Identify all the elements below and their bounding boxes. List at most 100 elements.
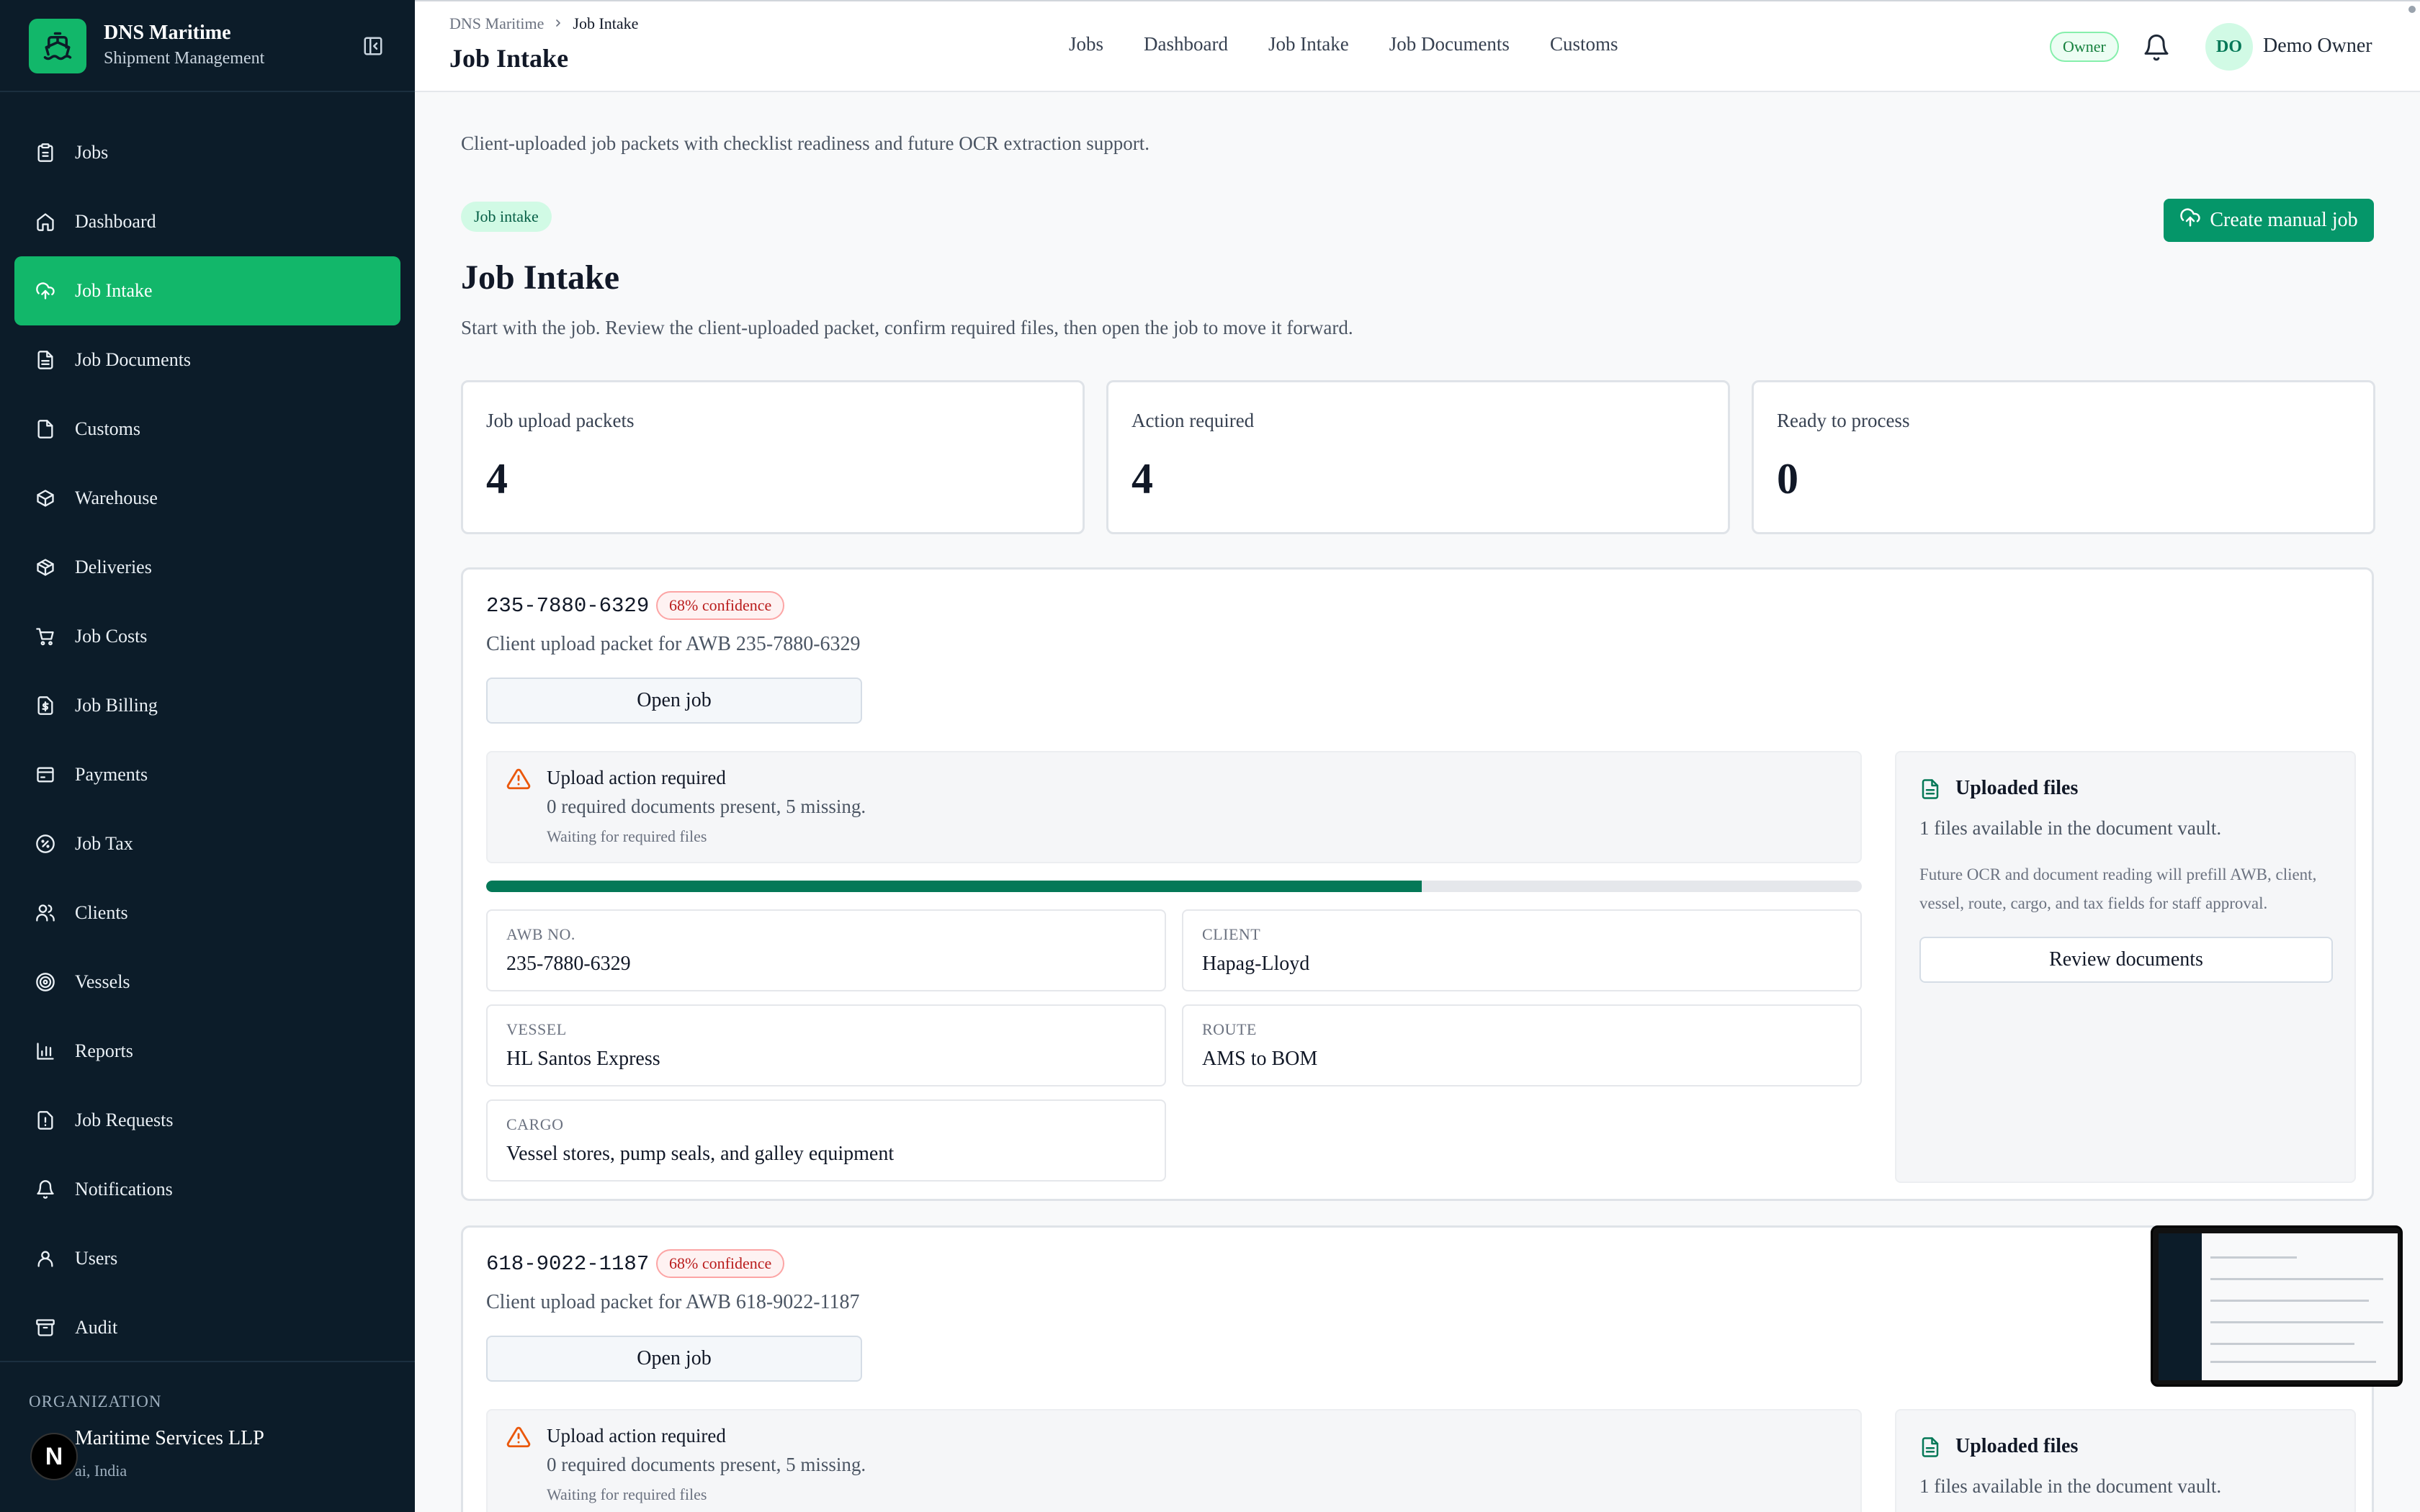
- top-nav-job-documents[interactable]: Job Documents: [1389, 33, 1510, 55]
- top-nav-dashboard[interactable]: Dashboard: [1144, 33, 1228, 55]
- stat-card-upload-packets: Job upload packets 4: [461, 380, 1085, 534]
- top-nav: Jobs Dashboard Job Intake Job Documents …: [1069, 33, 1618, 55]
- create-manual-job-button[interactable]: Create manual job: [2164, 199, 2374, 242]
- package-icon: [35, 487, 56, 509]
- field-label: ROUTE: [1202, 1020, 1257, 1038]
- sidebar-item-job-tax[interactable]: Job Tax: [14, 809, 400, 878]
- users-icon: [35, 902, 56, 924]
- user-name[interactable]: Demo Owner: [2263, 35, 2372, 58]
- field-label: CLIENT: [1202, 925, 1261, 943]
- sidebar-item-vessels[interactable]: Vessels: [14, 948, 400, 1017]
- sidebar-item-label: Vessels: [75, 971, 130, 992]
- bar-chart-icon: [35, 1040, 56, 1062]
- stat-value: 4: [1131, 455, 1153, 503]
- alert-status: Waiting for required files: [547, 1485, 707, 1503]
- sidebar-item-reports[interactable]: Reports: [14, 1017, 400, 1086]
- files-note: Future OCR and document reading will pre…: [1919, 865, 2317, 912]
- sidebar-item-job-documents[interactable]: Job Documents: [14, 325, 400, 395]
- sidebar-item-notifications[interactable]: Notifications: [14, 1155, 400, 1224]
- field-route: ROUTE AMS to BOM: [1182, 1004, 1862, 1086]
- review-documents-button[interactable]: Review documents: [1919, 937, 2333, 983]
- packet-card: 235-7880-6329 68% confidence Client uplo…: [461, 567, 2374, 1201]
- warning-triangle-icon: [506, 1425, 531, 1449]
- sidebar-item-label: Warehouse: [75, 487, 158, 508]
- clipboard-icon: [35, 142, 56, 163]
- files-title: Uploaded files: [1955, 1435, 2079, 1457]
- window-indicator: [2408, 6, 2416, 13]
- packet-awb: 235-7880-6329: [486, 594, 650, 618]
- main-content: Client-uploaded job packets with checkli…: [415, 92, 2420, 1512]
- sidebar-divider: [0, 91, 415, 92]
- thumbnail-sidebar: [2159, 1233, 2202, 1380]
- sidebar-item-audit[interactable]: Audit: [14, 1293, 400, 1362]
- top-nav-job-intake[interactable]: Job Intake: [1268, 33, 1349, 55]
- home-icon: [35, 211, 56, 233]
- sidebar-divider: [0, 1361, 415, 1362]
- sidebar-item-deliveries[interactable]: Deliveries: [14, 533, 400, 602]
- thumbnail-line: [2210, 1361, 2376, 1363]
- top-nav-customs[interactable]: Customs: [1550, 33, 1618, 55]
- readiness-progress-bar: [486, 881, 1862, 892]
- sidebar-item-customs[interactable]: Customs: [14, 395, 400, 464]
- brand[interactable]: DNS Maritime Shipment Management: [29, 19, 386, 73]
- sidebar-item-dashboard[interactable]: Dashboard: [14, 187, 400, 256]
- field-vessel: VESSEL HL Santos Express: [486, 1004, 1166, 1086]
- breadcrumb-current: Job Intake: [573, 14, 639, 32]
- field-label: AWB NO.: [506, 925, 575, 943]
- thumbnail-main: [2202, 1233, 2398, 1380]
- field-value: 235-7880-6329: [506, 953, 631, 975]
- dev-tools-badge[interactable]: N: [30, 1433, 78, 1480]
- bell-icon: [35, 1179, 56, 1200]
- breadcrumb-root[interactable]: DNS Maritime: [449, 14, 544, 33]
- sidebar-item-label: Reports: [75, 1040, 133, 1061]
- open-job-button[interactable]: Open job: [486, 678, 862, 724]
- sidebar-item-clients[interactable]: Clients: [14, 878, 400, 948]
- sidebar-item-job-requests[interactable]: Job Requests: [14, 1086, 400, 1155]
- sidebar-item-label: Job Costs: [75, 626, 148, 647]
- collapse-sidebar-icon[interactable]: [360, 33, 386, 59]
- alert-title: Upload action required: [547, 1425, 726, 1446]
- stat-value: 4: [486, 455, 508, 503]
- percent-badge-icon: [35, 833, 56, 855]
- screenshot-preview-thumbnail[interactable]: [2151, 1225, 2403, 1387]
- role-badge: Owner: [2050, 32, 2119, 62]
- sidebar-item-label: Job Intake: [75, 280, 153, 301]
- sidebar-item-job-intake[interactable]: Job Intake: [14, 256, 400, 325]
- stat-label: Job upload packets: [486, 410, 635, 431]
- sidebar-item-label: Jobs: [75, 142, 109, 163]
- sidebar-item-job-billing[interactable]: Job Billing: [14, 671, 400, 740]
- sidebar-item-jobs[interactable]: Jobs: [14, 118, 400, 187]
- sidebar-item-job-costs[interactable]: Job Costs: [14, 602, 400, 671]
- cloud-upload-icon: [2179, 207, 2201, 234]
- topbar: DNS Maritime Job Intake Job Intake Jobs …: [415, 0, 2420, 92]
- confidence-badge: 68% confidence: [656, 591, 785, 620]
- file-text-icon: [1919, 1435, 1941, 1459]
- open-job-button[interactable]: Open job: [486, 1336, 862, 1382]
- upload-alert: Upload action required 0 required docume…: [486, 751, 1862, 863]
- top-nav-jobs[interactable]: Jobs: [1069, 33, 1103, 55]
- sidebar-item-payments[interactable]: Payments: [14, 740, 400, 809]
- field-awb: AWB NO. 235-7880-6329: [486, 909, 1166, 991]
- thumbnail-line: [2210, 1321, 2383, 1323]
- brand-title: DNS Maritime: [104, 22, 231, 44]
- stat-label: Action required: [1131, 410, 1255, 431]
- stat-label: Ready to process: [1777, 410, 1910, 431]
- brand-subtitle: Shipment Management: [104, 49, 265, 68]
- page-title: Job Intake: [449, 44, 569, 73]
- notifications-bell-icon[interactable]: [2142, 32, 2171, 63]
- avatar[interactable]: DO: [2205, 23, 2253, 71]
- thumbnail-line: [2210, 1256, 2297, 1259]
- file-text-icon: [35, 349, 56, 371]
- field-value: Hapag-Lloyd: [1202, 953, 1310, 975]
- sidebar-item-users[interactable]: Users: [14, 1224, 400, 1293]
- section-chip: Job intake: [461, 202, 552, 232]
- sidebar-item-warehouse[interactable]: Warehouse: [14, 464, 400, 533]
- cart-icon: [35, 626, 56, 647]
- cloud-upload-icon: [35, 280, 56, 302]
- ship-logo-icon: [29, 19, 86, 73]
- section-title: Job Intake: [461, 258, 620, 297]
- stat-card-action-required: Action required 4: [1106, 380, 1730, 534]
- field-label: CARGO: [506, 1115, 564, 1133]
- org-name: Maritime Services LLP: [75, 1427, 264, 1449]
- file-icon: [35, 418, 56, 440]
